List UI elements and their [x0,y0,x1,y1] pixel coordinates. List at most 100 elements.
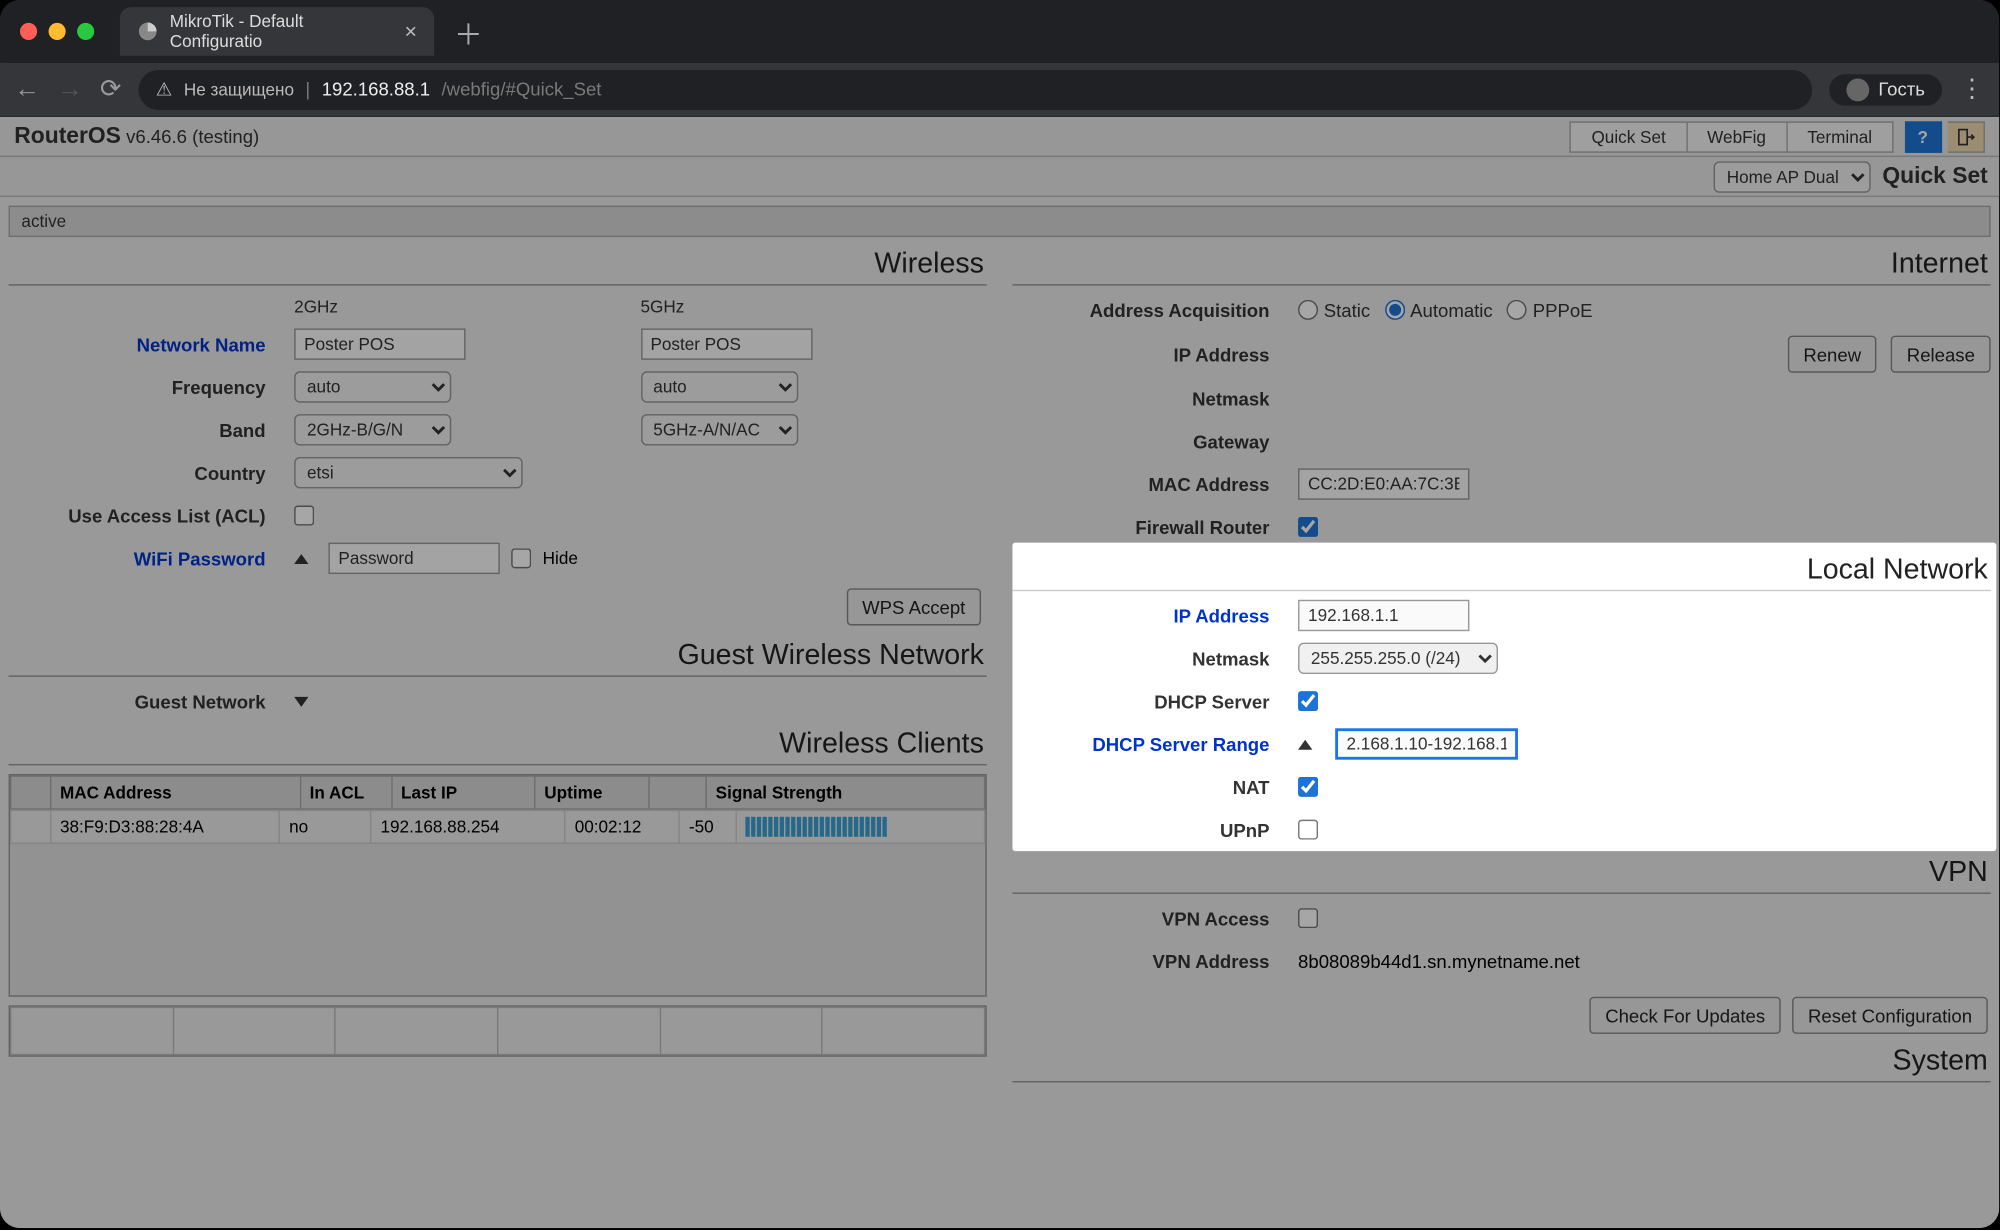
left-column: Wireless 2GHz 5GHz Network Name Frequenc… [9,243,987,1086]
reset-config-button[interactable]: Reset Configuration [1792,997,1988,1034]
local-network-panel: Local Network IP Address Netmask 255.255… [1012,543,1996,851]
exit-icon [1956,126,1976,146]
new-tab-button[interactable]: ＋ [454,11,483,52]
maximize-window-icon[interactable] [77,23,94,40]
profile-icon [1847,78,1870,101]
not-secure-icon: ⚠ [156,78,173,101]
radio-automatic[interactable]: Automatic [1384,299,1492,320]
close-window-icon[interactable] [20,23,37,40]
clients-th-blank[interactable] [11,776,51,809]
label-dhcp-range[interactable]: DHCP Server Range [1012,733,1298,754]
checkbox-firewall[interactable] [1298,517,1318,537]
address-bar[interactable]: ⚠ Не защищено | 192.168.88.1/webfig/#Qui… [139,69,1813,109]
window-controls [20,23,94,40]
label-network-name[interactable]: Network Name [9,333,295,354]
label-nat: NAT [1012,776,1298,797]
select-band-5g[interactable]: 5GHz-A/N/AC [640,414,797,445]
label-acl: Use Access List (ACL) [9,505,295,526]
mode-select[interactable]: Home AP Dual [1714,161,1871,192]
client-uptime: 00:02:12 [565,810,679,843]
label-frequency: Frequency [9,376,295,397]
clients-th-inacl[interactable]: In ACL [300,776,391,809]
client-inacl: no [280,810,371,843]
nav-terminal[interactable]: Terminal [1787,121,1893,152]
vpn-address-value: 8b08089b44d1.sn.mynetname.net [1298,950,1580,971]
clients-th-uptime[interactable]: Uptime [535,776,649,809]
input-dhcp-range[interactable] [1335,728,1518,759]
checkbox-dhcp[interactable] [1298,691,1318,711]
clients-th-mac[interactable]: MAC Address [51,776,301,809]
client-signal-bar [737,810,985,843]
select-freq-2g[interactable]: auto [294,371,451,402]
tab-favicon-icon [137,20,158,43]
release-button[interactable]: Release [1891,336,1991,373]
status-text: active [21,211,66,231]
browser-tab[interactable]: MikroTik - Default Configuratio × [120,7,434,56]
label-band: Band [9,419,295,440]
checkbox-upnp[interactable] [1298,820,1318,840]
checkbox-nat[interactable] [1298,777,1318,797]
select-band-2g[interactable]: 2GHz-B/G/N [294,414,451,445]
label-upnp: UPnP [1012,819,1298,840]
check-updates-button[interactable]: Check For Updates [1589,997,1780,1034]
reload-button[interactable]: ⟳ [100,74,122,104]
input-ssid-2g[interactable] [294,328,465,359]
wps-accept-button[interactable]: WPS Accept [846,588,981,625]
checkbox-acl[interactable] [294,506,314,526]
nav-quickset[interactable]: Quick Set [1570,121,1687,152]
minimize-window-icon[interactable] [49,23,66,40]
renew-button[interactable]: Renew [1788,336,1877,373]
profile-label: Гость [1878,79,1925,100]
brand-label: RouterOS v6.46.6 (testing) [14,124,259,150]
clients-row[interactable]: 38:F9:D3:88:28:4A no 192.168.88.254 00:0… [11,810,985,843]
select-freq-5g[interactable]: auto [640,371,797,402]
select-local-netmask[interactable]: 255.255.255.0 (/24) [1298,643,1498,674]
section-local-network: Local Network [1012,548,1990,591]
hide-label: Hide [543,548,578,568]
client-lastip: 192.168.88.254 [371,810,565,843]
input-local-ip[interactable] [1298,600,1469,631]
label-vpn-address: VPN Address [1012,950,1298,971]
caret-up-icon-2[interactable] [1298,739,1312,749]
input-ssid-5g[interactable] [640,328,811,359]
url-path: /webfig/#Quick_Set [442,79,602,100]
label-guest-network: Guest Network [9,690,295,711]
label-local-ip[interactable]: IP Address [1012,605,1298,626]
label-wifi-password[interactable]: WiFi Password [9,548,295,569]
clients-th-lastip[interactable]: Last IP [392,776,535,809]
select-country[interactable]: etsi [294,457,522,488]
radio-static[interactable]: Static [1298,299,1370,320]
label-firewall: Firewall Router [1012,516,1298,537]
close-tab-icon[interactable]: × [404,19,417,43]
logout-button[interactable] [1948,121,1985,152]
clients-th-signal[interactable]: Signal Strength [706,776,984,809]
label-local-netmask: Netmask [1012,648,1298,669]
label-internet-netmask: Netmask [1012,388,1298,409]
back-button[interactable]: ← [14,74,40,104]
caret-down-icon[interactable] [294,696,308,706]
radio-pppoe[interactable]: PPPoE [1507,299,1593,320]
quickset-title: Quick Set [1882,164,1987,190]
checkbox-vpn-access[interactable] [1298,908,1318,928]
status-bar: active [9,206,1991,237]
browser-tabbar: MikroTik - Default Configuratio × ＋ [0,0,1999,63]
clients-th-blank2[interactable] [649,776,706,809]
profile-button[interactable]: Гость [1830,74,1942,105]
browser-menu-button[interactable]: ⋮ [1959,74,1985,104]
input-wifi-password[interactable] [328,543,499,574]
help-button[interactable]: ? [1905,121,1942,152]
input-internet-mac[interactable] [1298,468,1469,499]
section-system: System [1012,1040,1990,1083]
section-guest-wireless: Guest Wireless Network [9,634,987,677]
caret-up-icon[interactable] [294,553,308,563]
label-dhcp-server: DHCP Server [1012,690,1298,711]
col-header-5g: 5GHz [640,297,986,317]
checkbox-hide-password[interactable] [511,548,531,568]
nav-webfig[interactable]: WebFig [1687,121,1787,152]
empty-grid [9,1005,987,1056]
forward-button[interactable]: → [57,74,83,104]
client-mac: 38:F9:D3:88:28:4A [51,810,280,843]
label-gateway: Gateway [1012,431,1298,452]
security-label: Не защищено [184,79,294,99]
signal-strength-icon [746,817,903,837]
